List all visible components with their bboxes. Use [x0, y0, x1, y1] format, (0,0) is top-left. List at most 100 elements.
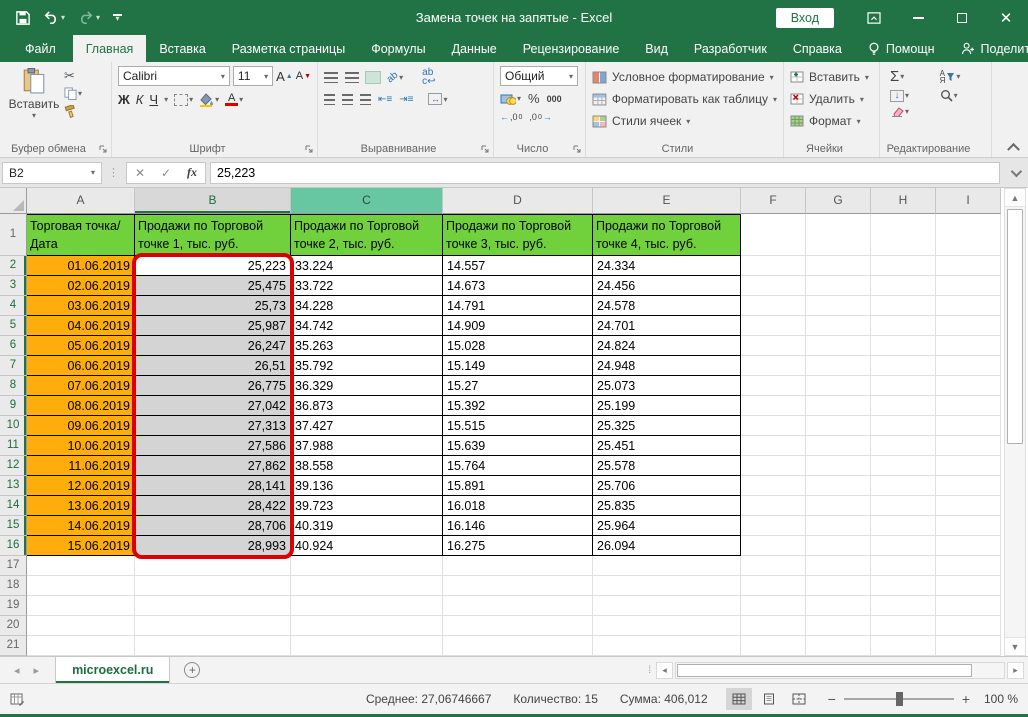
- cell-E21[interactable]: [593, 636, 741, 656]
- format-as-table-button[interactable]: Форматировать как таблицу▾: [592, 88, 777, 110]
- cell-D3[interactable]: 14.673: [443, 276, 593, 296]
- cell-D10[interactable]: 15.515: [443, 416, 593, 436]
- cell-D12[interactable]: 15.764: [443, 456, 593, 476]
- cell-G3[interactable]: [806, 276, 871, 296]
- decrease-font-button[interactable]: A▼: [296, 70, 311, 82]
- tab-view[interactable]: Вид: [632, 35, 681, 62]
- cell-B17[interactable]: [135, 556, 291, 576]
- cell-C21[interactable]: [291, 636, 443, 656]
- cell-I15[interactable]: [936, 516, 1001, 536]
- row-header-8[interactable]: 8: [0, 376, 27, 396]
- cell-C18[interactable]: [291, 576, 443, 596]
- cell-A3[interactable]: 02.06.2019: [27, 276, 135, 296]
- cell-H2[interactable]: [871, 256, 936, 276]
- row-header-19[interactable]: 19: [0, 596, 27, 616]
- row-header-1[interactable]: 1: [0, 214, 27, 256]
- cell-E9[interactable]: 25.199: [593, 396, 741, 416]
- cell-H15[interactable]: [871, 516, 936, 536]
- cell-E7[interactable]: 24.948: [593, 356, 741, 376]
- cell-F12[interactable]: [741, 456, 806, 476]
- cell-G19[interactable]: [806, 596, 871, 616]
- cell-A11[interactable]: 10.06.2019: [27, 436, 135, 456]
- cell-C10[interactable]: 37.427: [291, 416, 443, 436]
- font-color-button[interactable]: А ▾: [225, 93, 243, 106]
- row-header-11[interactable]: 11: [0, 436, 27, 456]
- cell-E12[interactable]: 25.578: [593, 456, 741, 476]
- italic-button[interactable]: К: [136, 92, 144, 107]
- cell-D1[interactable]: Продажи по Торговой точке 3, тыс. руб.: [443, 214, 593, 256]
- cell-F5[interactable]: [741, 316, 806, 336]
- cell-H4[interactable]: [871, 296, 936, 316]
- copy-button[interactable]: ▾: [64, 87, 82, 100]
- cell-I17[interactable]: [936, 556, 1001, 576]
- column-header-F[interactable]: F: [741, 188, 806, 214]
- cell-styles-button[interactable]: Стили ячеек▾: [592, 110, 777, 132]
- cell-F9[interactable]: [741, 396, 806, 416]
- page-layout-view-button[interactable]: [756, 688, 782, 710]
- customize-qat-button[interactable]: ▾: [113, 14, 122, 21]
- cell-B2[interactable]: 25,223: [135, 256, 291, 276]
- cancel-entry-button[interactable]: ✕: [127, 166, 153, 180]
- column-header-D[interactable]: D: [443, 188, 593, 214]
- cell-A1[interactable]: Торговая точка/ Дата: [27, 214, 135, 256]
- cell-D21[interactable]: [443, 636, 593, 656]
- zoom-slider[interactable]: [844, 698, 954, 700]
- cell-C15[interactable]: 40.319: [291, 516, 443, 536]
- cell-F3[interactable]: [741, 276, 806, 296]
- name-box-caret[interactable]: ▾: [91, 168, 95, 177]
- insert-cells-button[interactable]: Вставить▾: [790, 66, 873, 88]
- status-count[interactable]: Количество: 15: [513, 692, 597, 706]
- cell-G20[interactable]: [806, 616, 871, 636]
- horizontal-scroll-thumb[interactable]: [677, 664, 972, 677]
- row-header-20[interactable]: 20: [0, 616, 27, 636]
- column-header-G[interactable]: G: [806, 188, 871, 214]
- cell-E6[interactable]: 24.824: [593, 336, 741, 356]
- cell-G21[interactable]: [806, 636, 871, 656]
- redo-button[interactable]: ▾: [78, 11, 100, 25]
- cell-F7[interactable]: [741, 356, 806, 376]
- format-painter-button[interactable]: [64, 105, 82, 118]
- cell-I18[interactable]: [936, 576, 1001, 596]
- tab-review[interactable]: Рецензирование: [510, 35, 633, 62]
- column-header-B[interactable]: B: [135, 188, 291, 214]
- cell-A6[interactable]: 05.06.2019: [27, 336, 135, 356]
- cell-E17[interactable]: [593, 556, 741, 576]
- cell-F13[interactable]: [741, 476, 806, 496]
- cell-D6[interactable]: 15.028: [443, 336, 593, 356]
- cell-D14[interactable]: 16.018: [443, 496, 593, 516]
- cell-I13[interactable]: [936, 476, 1001, 496]
- cell-H8[interactable]: [871, 376, 936, 396]
- tab-assistant[interactable]: Помощн: [855, 35, 948, 62]
- page-break-view-button[interactable]: [786, 688, 812, 710]
- cell-B9[interactable]: 27,042: [135, 396, 291, 416]
- cell-B18[interactable]: [135, 576, 291, 596]
- select-all-corner[interactable]: [0, 188, 27, 214]
- underline-button[interactable]: Ч: [149, 92, 158, 107]
- cell-E11[interactable]: 25.451: [593, 436, 741, 456]
- cell-A7[interactable]: 06.06.2019: [27, 356, 135, 376]
- cell-E10[interactable]: 25.325: [593, 416, 741, 436]
- cell-E20[interactable]: [593, 616, 741, 636]
- save-button[interactable]: [16, 11, 30, 25]
- autosum-button[interactable]: Σ▾: [890, 68, 930, 85]
- cell-G12[interactable]: [806, 456, 871, 476]
- undo-button[interactable]: ▾: [43, 11, 65, 25]
- zoom-level[interactable]: 100 %: [976, 692, 1018, 706]
- clipboard-dialog-launcher[interactable]: [98, 144, 108, 154]
- tab-developer[interactable]: Разработчик: [681, 35, 780, 62]
- cell-A14[interactable]: 13.06.2019: [27, 496, 135, 516]
- cell-C2[interactable]: 33.224: [291, 256, 443, 276]
- cell-I14[interactable]: [936, 496, 1001, 516]
- cell-F4[interactable]: [741, 296, 806, 316]
- undo-dropdown-caret[interactable]: ▾: [61, 13, 65, 22]
- cell-B20[interactable]: [135, 616, 291, 636]
- font-dialog-launcher[interactable]: [304, 144, 314, 154]
- redo-dropdown-caret[interactable]: ▾: [96, 13, 100, 22]
- alignment-dialog-launcher[interactable]: [480, 144, 490, 154]
- cell-F2[interactable]: [741, 256, 806, 276]
- cell-D11[interactable]: 15.639: [443, 436, 593, 456]
- decrease-indent-button[interactable]: ⇤≡: [378, 94, 392, 105]
- cell-G13[interactable]: [806, 476, 871, 496]
- cell-D8[interactable]: 15.27: [443, 376, 593, 396]
- cell-A19[interactable]: [27, 596, 135, 616]
